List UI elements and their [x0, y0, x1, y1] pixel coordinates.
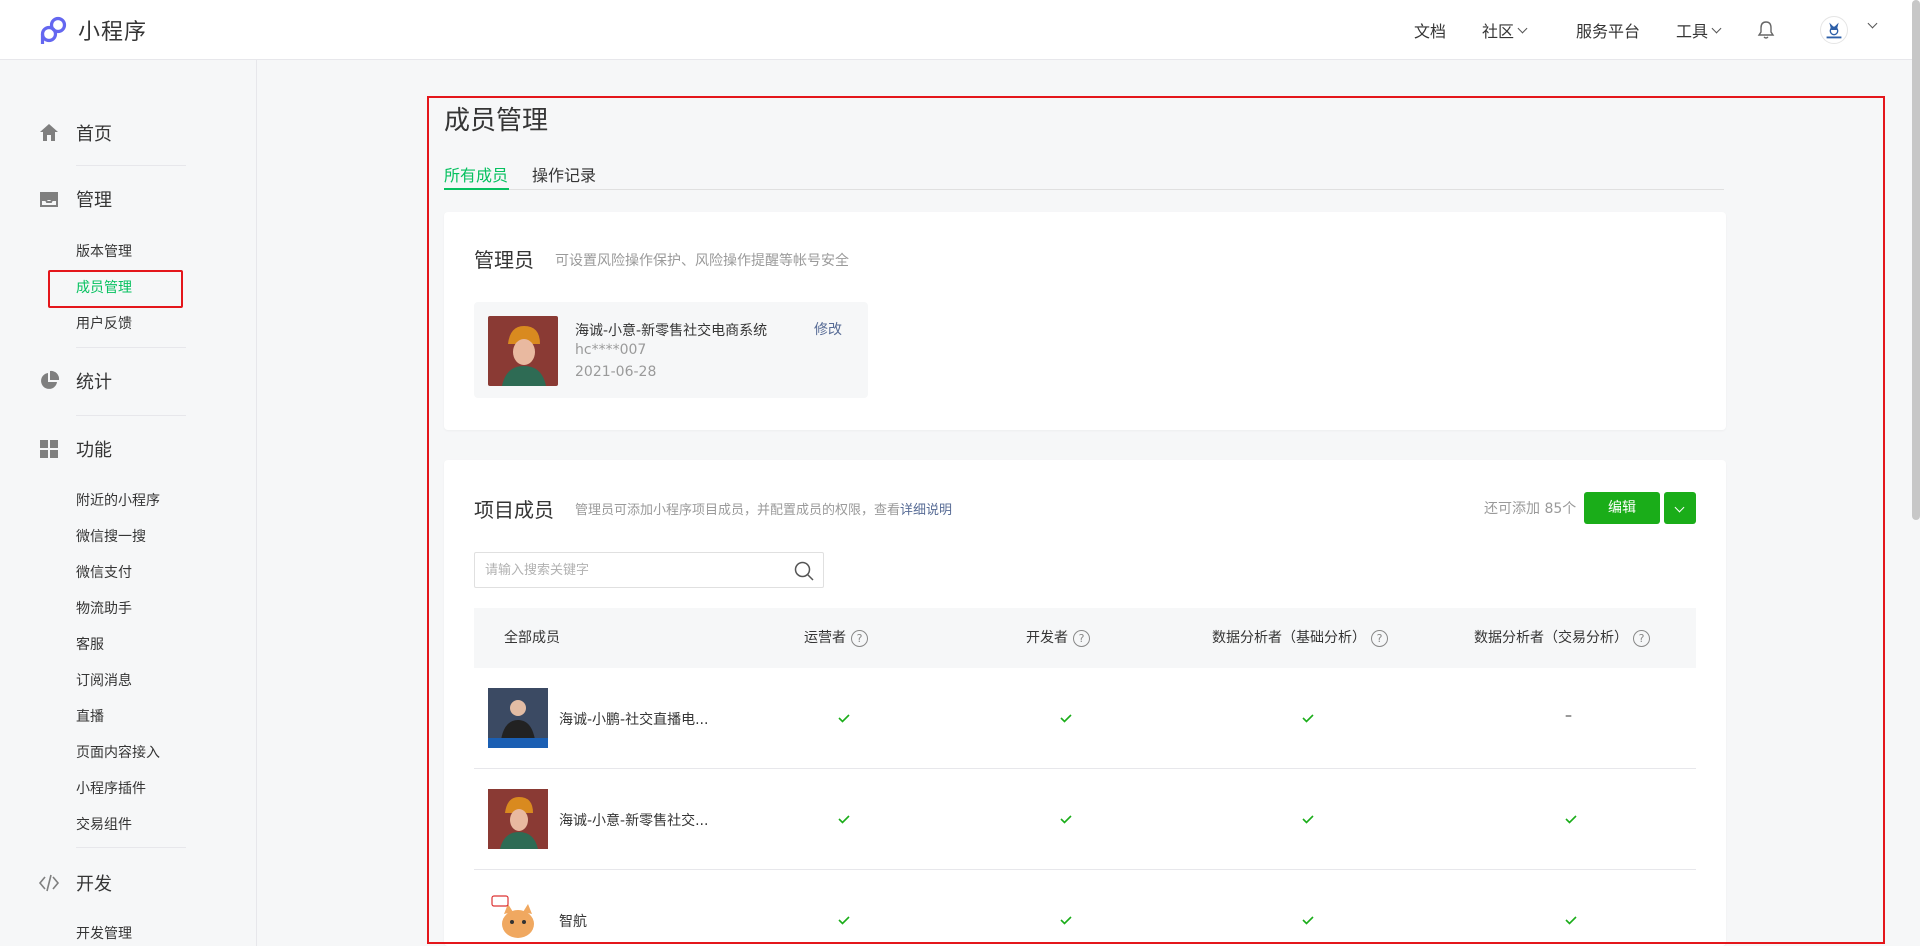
topnav-tools-label: 工具 [1675, 22, 1708, 41]
sidebar-item-search[interactable]: 微信搜一搜 [76, 526, 146, 546]
page-scrollbar[interactable] [1912, 0, 1920, 520]
home-icon [40, 124, 58, 141]
sidebar-item-nearby[interactable]: 附近的小程序 [76, 490, 160, 510]
sidebar-item-features[interactable]: 功能 [38, 436, 112, 462]
sidebar-item-logistics[interactable]: 物流助手 [76, 598, 132, 618]
sidebar-item-live[interactable]: 直播 [76, 706, 104, 726]
chevron-down-icon [1711, 23, 1722, 33]
topnav-tools[interactable]: 工具 [1675, 18, 1722, 42]
pie-chart-icon [41, 370, 60, 389]
topnav-community[interactable]: 社区 [1481, 18, 1528, 42]
logo[interactable]: 小程序 [38, 14, 147, 46]
sidebar: 首页 管理 版本管理 成员管理 用户反馈 统计 功能 附近的小程序 微信搜一搜 … [0, 60, 257, 946]
account-chevron-down-icon[interactable] [1867, 18, 1878, 29]
divider [76, 165, 186, 166]
sidebar-features-label: 功能 [76, 440, 112, 461]
sidebar-manage-label: 管理 [76, 190, 112, 211]
sidebar-item-pay[interactable]: 微信支付 [76, 562, 132, 582]
sidebar-item-stats[interactable]: 统计 [38, 368, 112, 394]
divider [76, 415, 186, 416]
topnav-docs-label: 文档 [1413, 22, 1446, 41]
highlight-box-members [48, 270, 183, 308]
sidebar-stats-label: 统计 [76, 372, 112, 393]
top-navigation-bar: 小程序 文档 社区 服务平台 工具 [0, 0, 1920, 60]
sidebar-item-dev-manage[interactable]: 开发管理 [76, 923, 132, 943]
sidebar-item-service[interactable]: 客服 [76, 634, 104, 654]
sidebar-home-label: 首页 [76, 124, 112, 145]
bell-icon[interactable] [1756, 20, 1776, 40]
app-name: 小程序 [78, 20, 148, 45]
topnav-service-label: 服务平台 [1575, 22, 1640, 41]
chevron-down-icon [1517, 23, 1528, 33]
divider [76, 847, 186, 848]
sidebar-dev-label: 开发 [76, 874, 112, 895]
sidebar-item-subscribe[interactable]: 订阅消息 [76, 670, 132, 690]
sidebar-item-version[interactable]: 版本管理 [76, 241, 132, 261]
code-icon [38, 874, 60, 892]
sidebar-item-manage[interactable]: 管理 [38, 186, 112, 212]
sidebar-item-plugin[interactable]: 小程序插件 [76, 778, 146, 798]
sidebar-item-trade[interactable]: 交易组件 [76, 814, 132, 834]
sidebar-item-feedback[interactable]: 用户反馈 [76, 313, 132, 333]
topnav-community-label: 社区 [1481, 22, 1514, 41]
top-nav: 文档 社区 服务平台 工具 [1378, 0, 1722, 60]
miniprogram-logo-icon [40, 16, 67, 44]
topnav-service-platform[interactable]: 服务平台 [1576, 18, 1640, 42]
sidebar-item-dev[interactable]: 开发 [38, 870, 112, 896]
divider [76, 347, 186, 348]
account-logo-icon [1826, 22, 1842, 39]
highlight-box-content [427, 96, 1885, 944]
sidebar-item-content[interactable]: 页面内容接入 [76, 742, 160, 762]
sidebar-item-home[interactable]: 首页 [38, 120, 112, 146]
account-avatar[interactable] [1820, 16, 1848, 44]
inbox-icon [40, 192, 58, 207]
topnav-docs[interactable]: 文档 [1414, 18, 1446, 42]
grid-icon [40, 440, 58, 458]
